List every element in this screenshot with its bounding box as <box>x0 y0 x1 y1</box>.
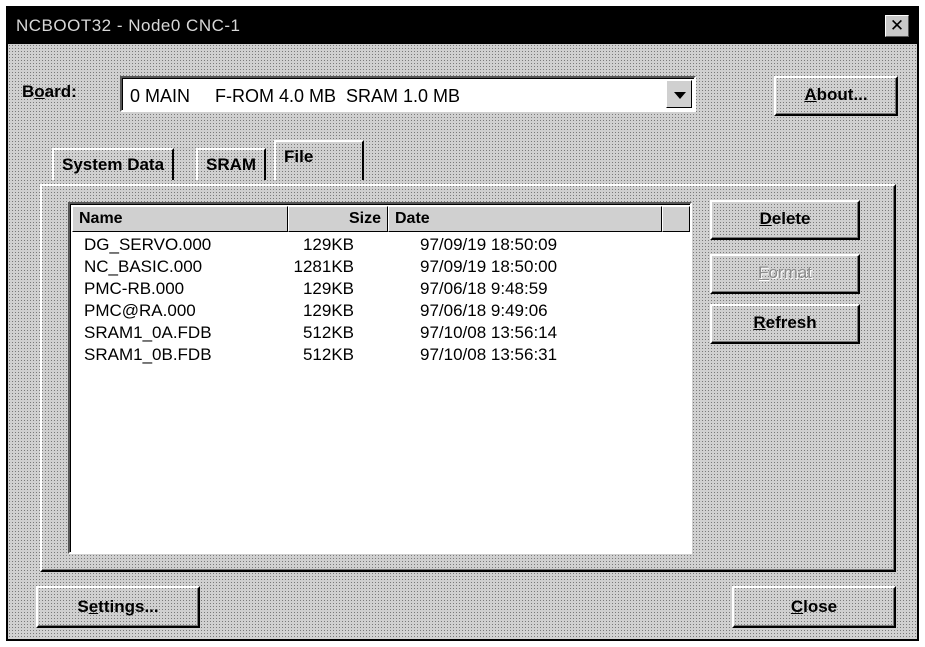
file-date: 97/10/08 13:56:14 <box>420 323 558 342</box>
close-mnemonic: C <box>790 597 804 616</box>
file-row[interactable]: SRAM1_0B.FDB 512KB 97/10/08 13:56:31 <box>70 344 670 366</box>
board-label-mnemonic: o <box>34 82 45 101</box>
file-size: 129KB <box>302 235 354 254</box>
file-name: PMC@RA.000 <box>84 301 196 320</box>
file-row[interactable]: PMC@RA.000 129KB 97/06/18 9:49:06 <box>70 300 670 322</box>
format-mnemonic: F <box>758 263 769 282</box>
file-row[interactable]: NC_BASIC.000 1281KB 97/09/19 18:50:00 <box>70 256 670 278</box>
refresh-mnemonic: R <box>753 313 766 332</box>
close-window-icon[interactable]: ✕ <box>885 15 909 37</box>
refresh-label: efresh <box>765 313 817 332</box>
settings-mnemonic: e <box>88 597 99 616</box>
file-size: 129KB <box>302 279 354 298</box>
file-row[interactable]: PMC-RB.000 129KB 97/06/18 9:48:59 <box>70 278 670 300</box>
file-date: 97/09/19 18:50:09 <box>420 235 558 254</box>
settings-button[interactable]: Settings... <box>36 586 200 628</box>
file-name: DG_SERVO.000 <box>84 235 212 254</box>
file-size: 129KB <box>302 301 354 320</box>
board-label: Board: <box>22 82 77 102</box>
about-button[interactable]: About... <box>774 76 898 116</box>
tab-file[interactable]: File <box>274 140 364 180</box>
settings-prefix: S <box>77 597 89 616</box>
file-date: 97/09/19 18:50:00 <box>420 257 558 276</box>
chevron-down-icon[interactable] <box>666 80 692 108</box>
file-date: 97/06/18 9:48:59 <box>420 279 548 298</box>
refresh-button[interactable]: Refresh <box>710 304 860 344</box>
board-label-suffix: ard: <box>44 82 77 101</box>
ncboot32-window: NCBOOT32 - Node0 CNC-1 ✕ Board: 0 MAIN F… <box>6 6 919 641</box>
delete-mnemonic: D <box>759 209 772 228</box>
file-name: NC_BASIC.000 <box>84 257 203 276</box>
window-title: NCBOOT32 - Node0 CNC-1 <box>16 16 241 35</box>
format-label: ormat <box>768 263 812 282</box>
title-bar[interactable]: NCBOOT32 - Node0 CNC-1 ✕ <box>8 8 917 44</box>
column-header-blank <box>662 206 690 232</box>
file-size: 512KB <box>302 323 354 342</box>
file-listbox[interactable]: Name Size Date DG_SERVO.000 129KB 97/09/… <box>68 202 692 554</box>
column-header-name[interactable]: Name <box>72 206 288 232</box>
delete-button[interactable]: Delete <box>710 200 860 240</box>
tab-system-data[interactable]: System Data <box>52 148 175 180</box>
board-select-value: 0 MAIN F-ROM 4.0 MB SRAM 1.0 MB <box>130 86 461 106</box>
file-row[interactable]: DG_SERVO.000 129KB 97/09/19 18:50:09 <box>70 234 670 256</box>
file-name: PMC-RB.000 <box>84 279 185 298</box>
file-size: 1281KB <box>293 257 355 276</box>
file-size: 512KB <box>302 345 354 364</box>
file-row[interactable]: SRAM1_0A.FDB 512KB 97/10/08 13:56:14 <box>70 322 670 344</box>
column-header-date[interactable]: Date <box>388 206 662 232</box>
close-button[interactable]: Close <box>732 586 896 628</box>
delete-label: elete <box>771 209 811 228</box>
about-mnemonic: A <box>804 85 817 104</box>
file-name: SRAM1_0B.FDB <box>84 345 212 364</box>
file-date: 97/06/18 9:49:06 <box>420 301 548 320</box>
file-date: 97/10/08 13:56:31 <box>420 345 558 364</box>
board-select[interactable]: 0 MAIN F-ROM 4.0 MB SRAM 1.0 MB <box>120 76 696 112</box>
format-button[interactable]: Format <box>710 254 860 294</box>
file-name: SRAM1_0A.FDB <box>84 323 212 342</box>
about-label: bout... <box>816 85 868 104</box>
column-header-size[interactable]: Size <box>288 206 388 232</box>
settings-label: ttings... <box>98 597 159 616</box>
close-label: lose <box>803 597 838 616</box>
board-label-prefix: B <box>22 82 35 101</box>
tab-sram[interactable]: SRAM <box>196 148 267 180</box>
